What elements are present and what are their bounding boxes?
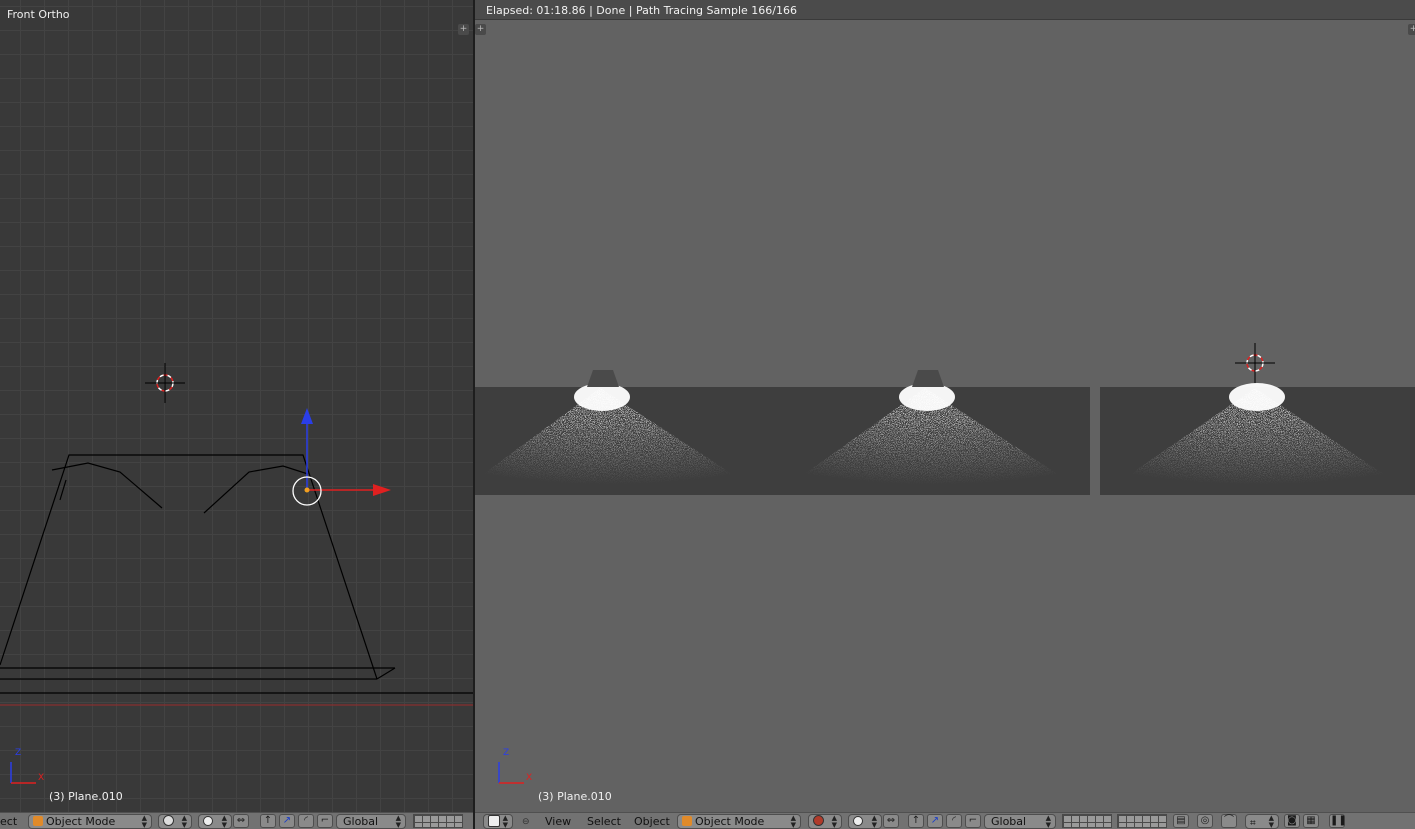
rendered-shading-icon: [813, 815, 824, 826]
right-viewport-header: ▲ ▼ ⊖ View Select Object Object Mode ▲ ▼ ▲…: [475, 812, 1415, 829]
snap-manipulator-icon[interactable]: ⌐: [965, 814, 981, 828]
updown-arrows-icon: ▲ ▼: [221, 814, 227, 829]
cube-icon: [33, 816, 43, 826]
mode-dropdown[interactable]: Object Mode ▲ ▼: [28, 814, 152, 829]
left-viewport-header: ect Object Mode ▲ ▼ ▲ ▼ ▲ ▼ ⇔ ↑ ↗ ◜ ⌐ Globa…: [0, 812, 473, 829]
editor-type-dropdown[interactable]: ▲ ▼: [483, 814, 513, 829]
lamp-wireframe: [0, 454, 473, 694]
mode-label: Object Mode: [695, 815, 765, 828]
snap-manipulator-icon[interactable]: ⌐: [317, 814, 333, 828]
orientation-label: Global: [991, 815, 1027, 828]
menu-select[interactable]: Select: [587, 814, 621, 829]
left-3d-viewport[interactable]: Front Ortho + Z X (3) Plane.010: [0, 0, 473, 812]
updown-arrows-icon: ▲ ▼: [831, 814, 837, 829]
rotate-manipulator-icon[interactable]: ↗: [279, 814, 295, 828]
render-camera-icon[interactable]: ◙: [1284, 814, 1300, 828]
menu-view[interactable]: View: [545, 814, 571, 829]
updown-arrows-icon: ▲ ▼: [1045, 814, 1051, 829]
updown-arrows-icon: ▲ ▼: [871, 814, 877, 829]
mode-label: Object Mode: [46, 815, 116, 828]
manipulator-toggle-icon[interactable]: ⇔: [883, 814, 899, 828]
globe-icon: [163, 815, 174, 826]
translate-manipulator-icon[interactable]: ↑: [260, 814, 276, 828]
axis-x-label: X: [38, 773, 45, 783]
manipulator-toggle-icon[interactable]: ⇔: [233, 814, 249, 828]
axis-gizmo-icon: [498, 762, 524, 784]
updown-arrows-icon: ▲ ▼: [141, 814, 147, 829]
shading-dropdown[interactable]: ▲ ▼: [808, 814, 842, 829]
updown-arrows-icon: ▲ ▼: [395, 814, 401, 829]
3d-view-icon: [488, 815, 500, 827]
updown-arrows-icon: ▲ ▼: [181, 814, 187, 829]
axis-x-label: X: [526, 773, 533, 783]
updown-arrows-icon: ▲ ▼: [790, 814, 796, 829]
snap-icon[interactable]: ⌒: [1221, 814, 1237, 828]
cube-icon: [682, 816, 692, 826]
snap-element-dropdown[interactable]: ⌗ ▲ ▼: [1245, 814, 1279, 829]
axis-z-label: Z: [15, 748, 22, 758]
snap-grid-icon: ⌗: [1250, 818, 1256, 829]
orientation-dropdown[interactable]: Global ▲ ▼: [336, 814, 406, 829]
scale-manipulator-icon[interactable]: ◜: [298, 814, 314, 828]
object-info: (3) Plane.010: [49, 790, 123, 803]
pivot-icon: [203, 816, 213, 826]
menu-object[interactable]: Object: [634, 814, 670, 829]
pivot-dropdown[interactable]: ▲ ▼: [848, 814, 882, 829]
orientation-dropdown[interactable]: Global ▲ ▼: [984, 814, 1056, 829]
render-animation-icon[interactable]: ▦: [1303, 814, 1319, 828]
3d-cursor-icon: [1235, 343, 1275, 383]
scale-manipulator-icon[interactable]: ◜: [946, 814, 962, 828]
axis-z-label: Z: [503, 748, 510, 758]
lock-layers-icon[interactable]: ▤: [1173, 814, 1189, 828]
axis-gizmo-icon: [10, 762, 36, 784]
transform-manipulator-icon: [292, 408, 391, 506]
collapse-menu-icon[interactable]: ⊖: [522, 814, 530, 829]
layers-grid-icon-2[interactable]: [1117, 814, 1167, 828]
right-rendered-viewport[interactable]: Elapsed: 01:18.86 | Done | Path Tracing …: [475, 0, 1415, 812]
proportional-edit-icon[interactable]: ◎: [1197, 814, 1213, 828]
rotate-manipulator-icon[interactable]: ↗: [927, 814, 943, 828]
updown-arrows-icon: ▲ ▼: [502, 814, 508, 829]
render-scene: [475, 343, 1415, 784]
pivot-dropdown[interactable]: ▲ ▼: [198, 814, 232, 829]
orientation-label: Global: [343, 815, 379, 828]
pause-icon[interactable]: ❚❚: [1329, 814, 1347, 828]
translate-manipulator-icon[interactable]: ↑: [908, 814, 924, 828]
object-info: (3) Plane.010: [538, 790, 612, 803]
mode-dropdown[interactable]: Object Mode ▲ ▼: [677, 814, 801, 829]
menu-select-cutoff[interactable]: ect: [0, 814, 17, 829]
layers-grid-icon[interactable]: [413, 814, 463, 828]
pivot-icon: [853, 816, 863, 826]
3d-cursor-icon: [145, 363, 185, 403]
scene-wireframe: [0, 363, 473, 784]
shading-dropdown[interactable]: ▲ ▼: [158, 814, 192, 829]
updown-arrows-icon: ▲ ▼: [1268, 814, 1274, 829]
layers-grid-icon[interactable]: [1062, 814, 1112, 828]
